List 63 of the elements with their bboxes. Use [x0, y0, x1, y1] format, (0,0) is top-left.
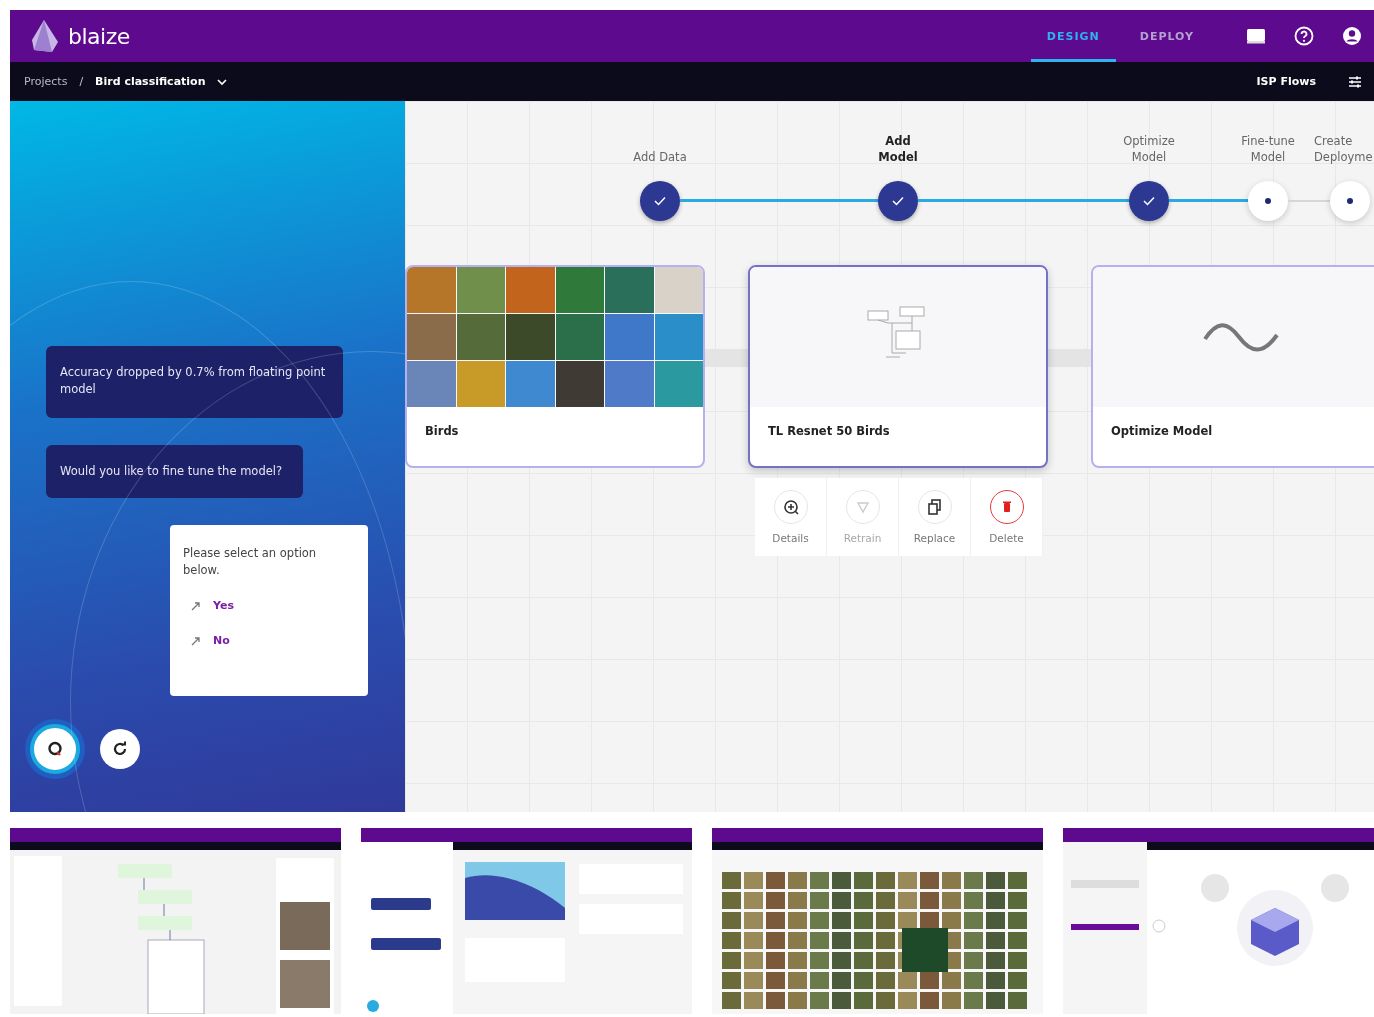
copy-icon — [925, 498, 944, 516]
card-title: Birds — [424, 423, 460, 440]
photo-placeholder — [506, 267, 555, 313]
photo-placeholder — [654, 314, 703, 360]
caret-icon — [217, 77, 228, 86]
chat-message: Accuracy dropped by 0.7% from floating point model — [46, 346, 343, 418]
photo-placeholder — [605, 361, 654, 407]
photo-placeholder — [456, 314, 505, 360]
monitor-icon[interactable] — [1246, 28, 1266, 44]
arrow-icon — [191, 635, 201, 646]
model-card[interactable]: Birds — [405, 265, 705, 468]
zoom-icon — [781, 498, 800, 516]
option-button[interactable]: Yes — [191, 599, 234, 612]
photo-placeholder — [555, 361, 604, 407]
card-title: TL Resnet 50 Birds — [767, 423, 891, 440]
dot-icon — [1265, 198, 1271, 204]
step-label: Fine-tune Model — [1240, 133, 1296, 165]
card-connector — [705, 349, 748, 367]
check-icon — [654, 196, 666, 206]
prompt-text: Please select an option below. — [183, 545, 318, 579]
step-label: Add Data — [632, 149, 688, 165]
card-connector — [1048, 349, 1091, 367]
check-icon — [892, 196, 904, 206]
step-indicator[interactable] — [1129, 181, 1169, 221]
sliders-icon[interactable] — [1348, 74, 1362, 89]
photo-placeholder — [506, 314, 555, 360]
breadcrumb-link[interactable]: Projects — [24, 75, 68, 88]
model-card[interactable]: TL Resnet 50 Birds — [748, 265, 1048, 468]
refresh-button[interactable] — [100, 729, 140, 769]
photo-placeholder — [605, 314, 654, 360]
dot-icon — [1347, 198, 1353, 204]
photo-placeholder — [555, 267, 604, 313]
project-name[interactable]: Bird classification — [95, 75, 206, 88]
photo-placeholder — [654, 267, 703, 313]
model-card[interactable]: Optimize Model — [1091, 265, 1374, 468]
step-label: Optimize Model — [1122, 133, 1176, 165]
step-label: Create Deployme — [1314, 133, 1374, 165]
photo-placeholder — [407, 267, 456, 313]
nav-tab[interactable]: DEPLOY — [1123, 10, 1210, 62]
check-icon — [1143, 196, 1155, 206]
card-title: Optimize Model — [1110, 423, 1214, 440]
breadcrumb-separator: / — [79, 75, 84, 88]
assistant-button[interactable] — [30, 724, 80, 774]
chat-message: Would you like to fine tune the model? — [46, 445, 303, 498]
photo-placeholder — [506, 361, 555, 407]
option-button[interactable]: No — [191, 634, 230, 647]
photo-placeholder — [456, 361, 505, 407]
photo-placeholder — [555, 314, 604, 360]
help-icon[interactable] — [1294, 26, 1314, 46]
photo-placeholder — [456, 267, 505, 313]
logo-text: blaize — [68, 23, 130, 49]
step-label: Add Model — [877, 133, 919, 165]
step-indicator[interactable] — [640, 181, 680, 221]
arrow-icon — [191, 600, 201, 611]
account-icon[interactable] — [1342, 26, 1362, 46]
photo-placeholder — [605, 267, 654, 313]
photo-placeholder — [654, 361, 703, 407]
isp-flows-link[interactable]: ISP Flows — [1256, 75, 1316, 88]
photo-placeholder — [407, 314, 456, 360]
refresh-icon — [112, 741, 128, 757]
step-indicator[interactable] — [878, 181, 918, 221]
photo-placeholder — [407, 361, 456, 407]
assistant-icon — [46, 740, 64, 758]
